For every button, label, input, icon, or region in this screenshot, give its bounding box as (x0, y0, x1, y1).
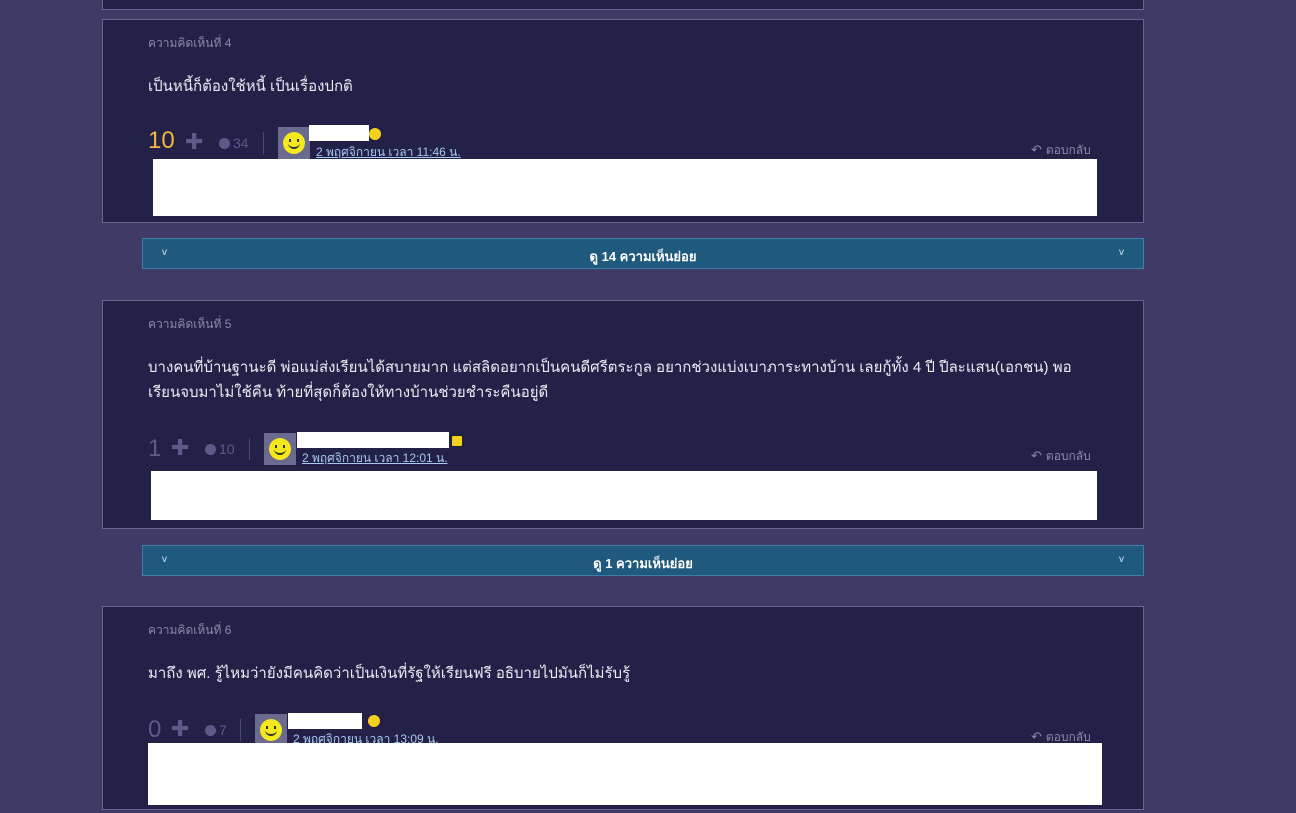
username-redacted[interactable] (288, 713, 362, 729)
member-badge-icon (368, 715, 380, 727)
emotion-face-icon (219, 138, 230, 149)
comment-number-label: ความคิดเห็นที่ 4 (148, 36, 232, 50)
reply-arrow-icon: ↶ (1031, 142, 1042, 157)
plus-icon[interactable]: ✚ (185, 129, 203, 155)
member-badge-icon (369, 128, 381, 140)
reply-label: ตอบกลับ (1045, 143, 1091, 157)
emotion-count: 10 (219, 441, 235, 457)
comment-number-label: ความคิดเห็นที่ 6 (148, 623, 232, 637)
emotion-button[interactable]: 34 (219, 135, 249, 151)
plus-icon[interactable]: ✚ (171, 716, 189, 742)
view-subcomments-label: ดู 1 ความเห็นย่อย (593, 556, 693, 571)
emotion-face-icon (205, 444, 216, 455)
vote-score: 1 (148, 435, 162, 462)
previous-comment-card (102, 0, 1144, 10)
comment-card-5: ความคิดเห็นที่ 5 บางคนที่บ้านฐานะดี พ่อแ… (102, 300, 1144, 529)
embedded-content-area (148, 743, 1102, 805)
reply-arrow-icon: ↶ (1031, 448, 1042, 463)
avatar[interactable] (278, 127, 310, 159)
divider (240, 719, 241, 741)
reply-label: ตอบกลับ (1045, 449, 1091, 463)
reply-arrow-icon: ↶ (1031, 729, 1042, 744)
smiley-avatar-icon (283, 132, 305, 154)
emotion-face-icon (205, 725, 216, 736)
comment-text: เป็นหนี้ก็ต้องใช้หนี้ เป็นเรื่องปกติ (148, 78, 353, 95)
emotion-button[interactable]: 10 (205, 441, 235, 457)
smiley-avatar-icon (269, 438, 291, 460)
view-subcomments-button[interactable]: v ดู 1 ความเห็นย่อย v (142, 545, 1144, 576)
emotion-count: 34 (233, 135, 249, 151)
username-redacted[interactable] (309, 125, 369, 141)
vote-score: 0 (148, 716, 162, 743)
vote-score: 10 (148, 127, 175, 154)
comment-number-label: ความคิดเห็นที่ 5 (148, 317, 232, 331)
embedded-content-area (151, 471, 1097, 520)
divider (249, 438, 250, 460)
avatar[interactable] (255, 714, 287, 746)
member-badge-icon (451, 435, 463, 447)
reply-label: ตอบกลับ (1045, 730, 1091, 744)
plus-icon[interactable]: ✚ (171, 435, 189, 461)
comment-card-4: ความคิดเห็นที่ 4 เป็นหนี้ก็ต้องใช้หนี้ เ… (102, 19, 1144, 223)
comment-text: บางคนที่บ้านฐานะดี พ่อแม่ส่งเรียนได้สบาย… (148, 359, 1072, 401)
chevron-down-icon: v (1119, 247, 1124, 258)
comment-card-6: ความคิดเห็นที่ 6 มาถึง พศ. รู้ไหมว่ายังม… (102, 606, 1144, 810)
view-subcomments-button[interactable]: v ดู 14 ความเห็นย่อย v (142, 238, 1144, 269)
divider (263, 132, 264, 154)
emotion-count: 7 (219, 722, 227, 738)
comment-text: มาถึง พศ. รู้ไหมว่ายังมีคนคิดว่าเป็นเงิน… (148, 665, 631, 682)
smiley-avatar-icon (260, 719, 282, 741)
view-subcomments-label: ดู 14 ความเห็นย่อย (589, 249, 697, 264)
embedded-content-area (153, 159, 1097, 216)
comment-date-link[interactable]: 2 พฤศจิกายน เวลา 12:01 น. (302, 449, 448, 468)
emotion-button[interactable]: 7 (205, 722, 227, 738)
reply-button[interactable]: ↶ ตอบกลับ (1031, 447, 1091, 466)
username-redacted[interactable] (297, 432, 449, 448)
avatar[interactable] (264, 433, 296, 465)
reply-button[interactable]: ↶ ตอบกลับ (1031, 141, 1091, 160)
chevron-down-icon: v (1119, 554, 1124, 565)
